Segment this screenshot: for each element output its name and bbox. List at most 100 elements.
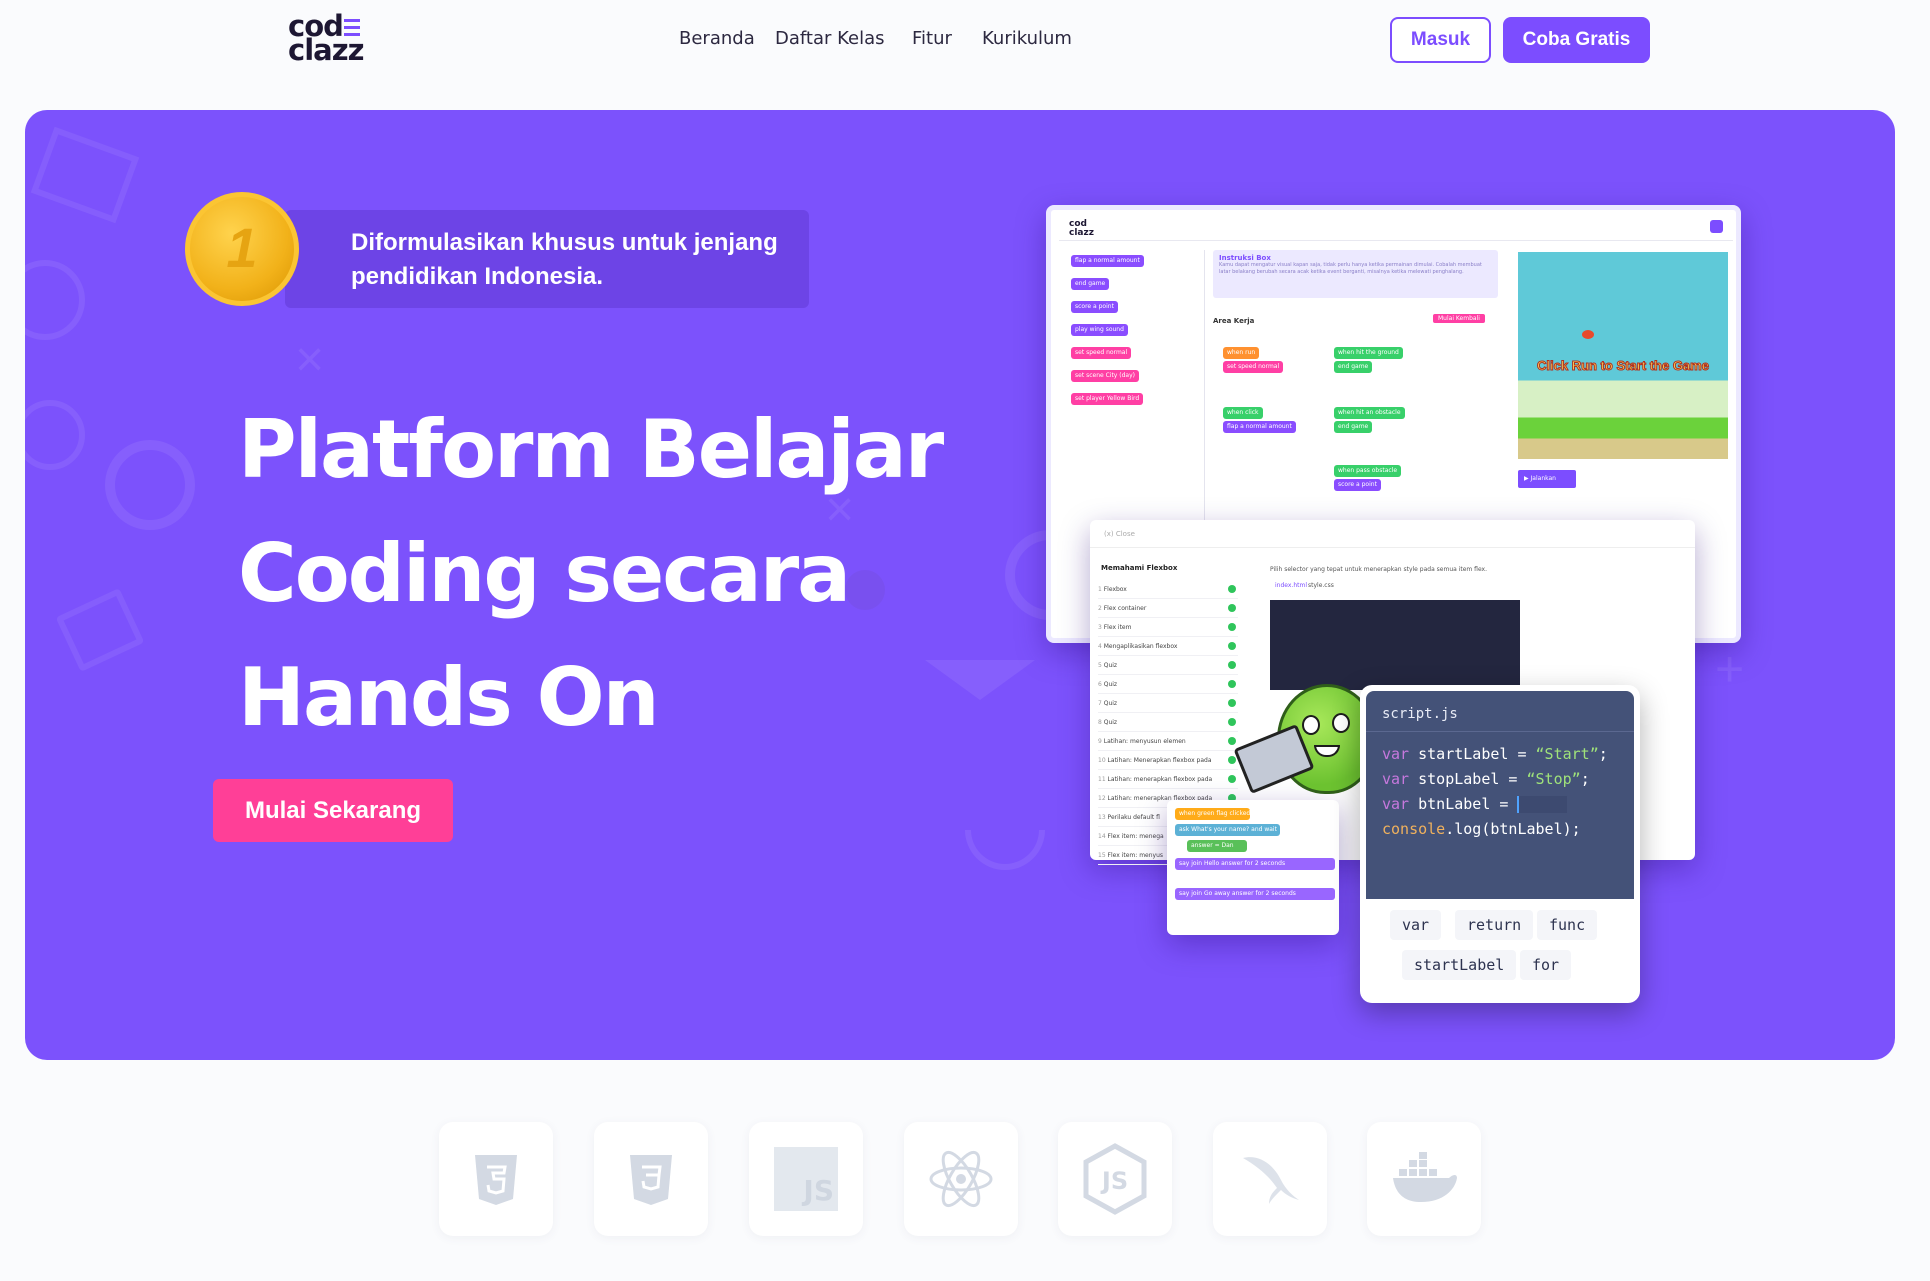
logo-text-bottom: clazz <box>288 33 364 67</box>
check-icon <box>1228 737 1236 745</box>
check-icon <box>1228 680 1236 688</box>
decor-target-icon <box>105 440 195 530</box>
scratch-block[interactable]: when green flag clicked <box>1175 808 1250 820</box>
code-chip[interactable]: return <box>1455 910 1534 940</box>
workspace-block[interactable]: when hit the ground <box>1334 347 1403 359</box>
work-area-label: Area Kerja <box>1213 317 1255 325</box>
login-button[interactable]: Masuk <box>1390 17 1491 63</box>
lesson-item-label: Perilaku default fl <box>1107 814 1160 821</box>
hero-title-line-1: Platform Belajar <box>238 403 944 496</box>
palette-block[interactable]: set scene City (day) <box>1071 370 1139 382</box>
start-now-button[interactable]: Mulai Sekarang <box>213 779 453 842</box>
lesson-title: Memahami Flexbox <box>1101 564 1178 572</box>
lesson-item-label: Mengaplikasikan flexbox <box>1103 643 1178 650</box>
lesson-item-label: Quiz <box>1103 662 1118 669</box>
run-button[interactable]: ▶ Jalankan <box>1518 470 1576 488</box>
mock-user-icon <box>1710 220 1723 233</box>
workspace-block[interactable]: flap a normal amount <box>1223 421 1296 433</box>
palette-block[interactable]: set speed normal <box>1071 347 1132 359</box>
lesson-item[interactable]: 11 Latihan: menerapkan flexbox pada <box>1098 770 1238 789</box>
lesson-item[interactable]: 4 Mengaplikasikan flexbox <box>1098 637 1238 656</box>
code-editor: script.js var startLabel = “Start”; var … <box>1366 691 1634 899</box>
medal-number: 1 <box>226 216 258 279</box>
javascript-icon: JS <box>749 1122 863 1236</box>
check-icon <box>1228 642 1236 650</box>
scratch-block[interactable]: answer = Dan <box>1187 840 1247 852</box>
lesson-item-label: Flex container <box>1103 605 1147 612</box>
check-icon <box>1228 623 1236 631</box>
lesson-item[interactable]: 9 Latihan: menyusun elemen <box>1098 732 1238 751</box>
workspace-block[interactable]: end game <box>1334 421 1373 433</box>
palette-block[interactable]: flap a normal amount <box>1071 255 1144 267</box>
check-icon <box>1228 718 1236 726</box>
hero-title-line-2: Coding secara <box>238 527 851 620</box>
lesson-item-label: Latihan: Menerapkan flexbox pada <box>1107 757 1212 764</box>
workspace-block[interactable]: when click <box>1223 407 1263 419</box>
code-chip[interactable]: startLabel <box>1402 950 1517 980</box>
code-chip[interactable]: func <box>1537 910 1598 940</box>
scratch-mockup: when green flag clicked ask What's your … <box>1167 800 1339 935</box>
workspace-block[interactable]: when run <box>1223 347 1260 359</box>
mock-logo: cod clazz <box>1069 219 1094 238</box>
palette-block[interactable]: score a point <box>1071 301 1118 313</box>
nav-kurikulum[interactable]: Kurikulum <box>982 28 1072 49</box>
lesson-item[interactable]: 10 Latihan: Menerapkan flexbox pada <box>1098 751 1238 770</box>
decor-ring-icon <box>25 400 85 470</box>
tab-style-css[interactable]: style.css <box>1308 582 1334 589</box>
decor-circle-icon <box>25 260 85 340</box>
check-icon <box>1228 775 1236 783</box>
workspace-block[interactable]: when hit an obstacle <box>1334 407 1405 419</box>
code-filename: script.js <box>1382 706 1458 722</box>
logo[interactable]: cod clazz <box>288 12 368 67</box>
game-preview: Click Run to Start the Game <box>1518 252 1728 459</box>
scratch-block[interactable]: say join Go away answer for 2 seconds <box>1175 888 1335 900</box>
check-icon <box>1228 756 1236 764</box>
scratch-block[interactable]: ask What's your name? and wait <box>1175 824 1280 836</box>
code-chip[interactable]: var <box>1390 910 1442 940</box>
decor-dot-icon <box>845 570 885 610</box>
game-start-text: Click Run to Start the Game <box>1537 358 1710 374</box>
badge-box: Diformulasikan khusus untuk jenjang pend… <box>285 210 809 308</box>
workspace-block[interactable]: set speed normal <box>1223 361 1284 373</box>
reset-button[interactable]: Mulai Kembali <box>1433 314 1485 323</box>
lesson-item[interactable]: 1 Flexbox <box>1098 580 1238 599</box>
check-icon <box>1228 661 1236 669</box>
code-line-1: var startLabel = “Start”; <box>1382 745 1608 763</box>
nodejs-icon: JS <box>1058 1122 1172 1236</box>
react-icon <box>904 1122 1018 1236</box>
instructions-box: Instruksi Box Kamu dapat mengatur visual… <box>1213 250 1498 298</box>
lesson-item-label: Flex item: menega <box>1107 833 1164 840</box>
code-chip[interactable]: for <box>1520 950 1572 980</box>
nav-beranda[interactable]: Beranda <box>679 28 755 49</box>
hero-title-line-3: Hands On <box>238 651 660 744</box>
check-icon <box>1228 604 1236 612</box>
decor-arc-icon <box>965 830 1045 870</box>
code-line-3[interactable]: var btnLabel = <box>1382 795 1568 813</box>
tab-index-html[interactable]: index.html <box>1275 582 1307 589</box>
lesson-item[interactable]: 3 Flex item <box>1098 618 1238 637</box>
palette-block[interactable]: play wing sound <box>1071 324 1128 336</box>
nav-daftar-kelas[interactable]: Daftar Kelas <box>775 28 885 49</box>
palette-block[interactable]: set player Yellow Bird <box>1071 393 1144 405</box>
palette-block[interactable]: end game <box>1071 278 1110 290</box>
lesson-item[interactable]: 8 Quiz <box>1098 713 1238 732</box>
workspace-block[interactable]: score a point <box>1334 479 1381 491</box>
code-line-2: var stopLabel = “Stop”; <box>1382 770 1590 788</box>
scratch-block[interactable]: say join Hello answer for 2 seconds <box>1175 858 1335 870</box>
workspace-block[interactable]: when pass obstacle <box>1334 465 1402 477</box>
lesson-item[interactable]: 7 Quiz <box>1098 694 1238 713</box>
lesson-item[interactable]: 2 Flex container <box>1098 599 1238 618</box>
workspace-block[interactable]: end game <box>1334 361 1373 373</box>
decor-down-triangle-icon <box>925 660 1035 700</box>
lesson-item-label: Flexbox <box>1103 586 1127 593</box>
svg-text:JS: JS <box>1100 1167 1128 1195</box>
lesson-item[interactable]: 5 Quiz <box>1098 656 1238 675</box>
lesson-prompt: Pilih selector yang tepat untuk menerapk… <box>1270 566 1487 573</box>
lesson-item-label: Flex item: menyus <box>1107 852 1164 859</box>
docker-icon <box>1367 1122 1481 1236</box>
nav-fitur[interactable]: Fitur <box>912 28 952 49</box>
trial-button[interactable]: Coba Gratis <box>1503 17 1650 63</box>
bird-icon <box>1582 330 1594 339</box>
lesson-item[interactable]: 6 Quiz <box>1098 675 1238 694</box>
close-button[interactable]: (x) Close <box>1104 530 1135 538</box>
